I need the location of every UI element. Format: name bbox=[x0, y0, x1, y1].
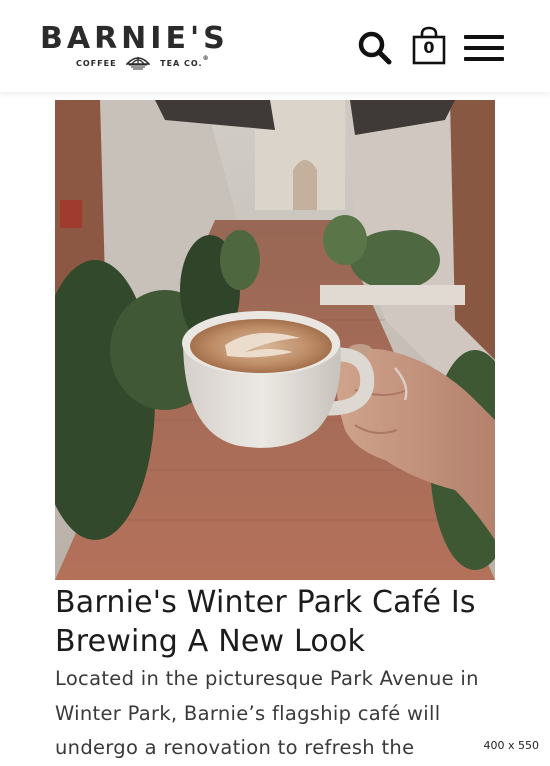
menu-line bbox=[464, 46, 504, 50]
menu-line bbox=[464, 57, 504, 61]
logo-coffee-text: COFFEE bbox=[76, 59, 117, 68]
site-header: BARNIE'S COFFEE TEA CO.® 0 bbox=[0, 0, 550, 92]
registered-mark: ® bbox=[203, 55, 210, 62]
umbrella-icon bbox=[126, 55, 150, 71]
search-button[interactable] bbox=[357, 30, 393, 66]
latte-courtyard-photo bbox=[55, 100, 495, 580]
logo-wordmark: BARNIE'S bbox=[40, 22, 229, 56]
cart-button[interactable]: 0 bbox=[411, 25, 447, 65]
viewport-size-badge: 400 x 550 bbox=[481, 738, 543, 753]
search-icon bbox=[357, 30, 393, 66]
article-title[interactable]: Barnie's Winter Park Café Is Brewing A N… bbox=[55, 583, 515, 661]
menu-button[interactable] bbox=[464, 35, 504, 61]
barnies-logo[interactable]: BARNIE'S COFFEE TEA CO.® bbox=[40, 22, 252, 72]
logo-tea-text: TEA CO. bbox=[160, 59, 202, 68]
article-hero-image[interactable] bbox=[55, 100, 495, 580]
hamburger-menu-icon bbox=[464, 35, 504, 39]
article-excerpt: Located in the picturesque Park Avenue i… bbox=[55, 662, 525, 766]
cart-count: 0 bbox=[411, 38, 447, 57]
logo-tagline: COFFEE TEA CO.® bbox=[76, 55, 210, 71]
